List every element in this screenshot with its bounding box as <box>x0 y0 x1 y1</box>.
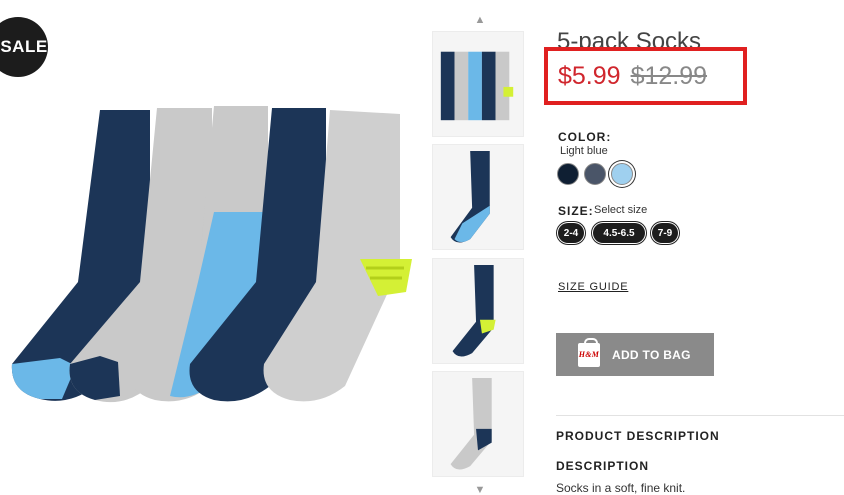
size-heading: SIZE: <box>558 204 594 218</box>
description-heading: DESCRIPTION <box>556 459 650 473</box>
main-product-image[interactable] <box>0 96 420 416</box>
size-option-7-9[interactable]: 7-9 <box>652 223 678 243</box>
size-option-4.5-6.5[interactable]: 4.5-6.5 <box>593 223 645 243</box>
size-option-2-4[interactable]: 2-4 <box>558 223 584 243</box>
size-guide-link[interactable]: SIZE GUIDE <box>558 281 628 293</box>
thumbnail-1[interactable] <box>432 31 524 137</box>
size-prompt: Select size <box>594 204 648 216</box>
section-divider <box>556 415 844 416</box>
socks-illustration <box>11 106 412 403</box>
selected-color-label: Light blue <box>560 145 608 157</box>
thumbnail-2[interactable] <box>432 144 524 250</box>
thumbnail-3[interactable] <box>432 258 524 364</box>
sale-price: $5.99 <box>558 61 621 90</box>
thumbnail-4-image <box>450 378 492 470</box>
thumbnails-up-arrow[interactable]: ▲ <box>470 14 490 26</box>
price-highlight-box: $5.99 $12.99 <box>544 47 747 105</box>
color-swatch-light-blue[interactable] <box>611 163 633 185</box>
add-to-bag-button[interactable]: H&M ADD TO BAG <box>556 333 714 376</box>
thumbnail-2-image <box>450 151 490 243</box>
color-swatch-grey-blue[interactable] <box>584 163 606 185</box>
shopping-bag-icon: H&M <box>578 337 600 367</box>
product-description-heading[interactable]: PRODUCT DESCRIPTION <box>556 429 720 443</box>
description-text: Socks in a soft, fine knit. <box>556 481 686 495</box>
thumbnail-4[interactable] <box>432 371 524 477</box>
color-heading: COLOR: <box>558 130 612 144</box>
original-price: $12.99 <box>630 61 708 90</box>
color-swatch-dark-navy[interactable] <box>557 163 579 185</box>
thumbnail-1-image <box>440 51 514 121</box>
sale-badge: SALE <box>0 17 48 77</box>
add-to-bag-label: ADD TO BAG <box>612 347 691 362</box>
thumbnail-3-image <box>452 265 496 357</box>
thumbnails-down-arrow[interactable]: ▼ <box>470 484 490 495</box>
